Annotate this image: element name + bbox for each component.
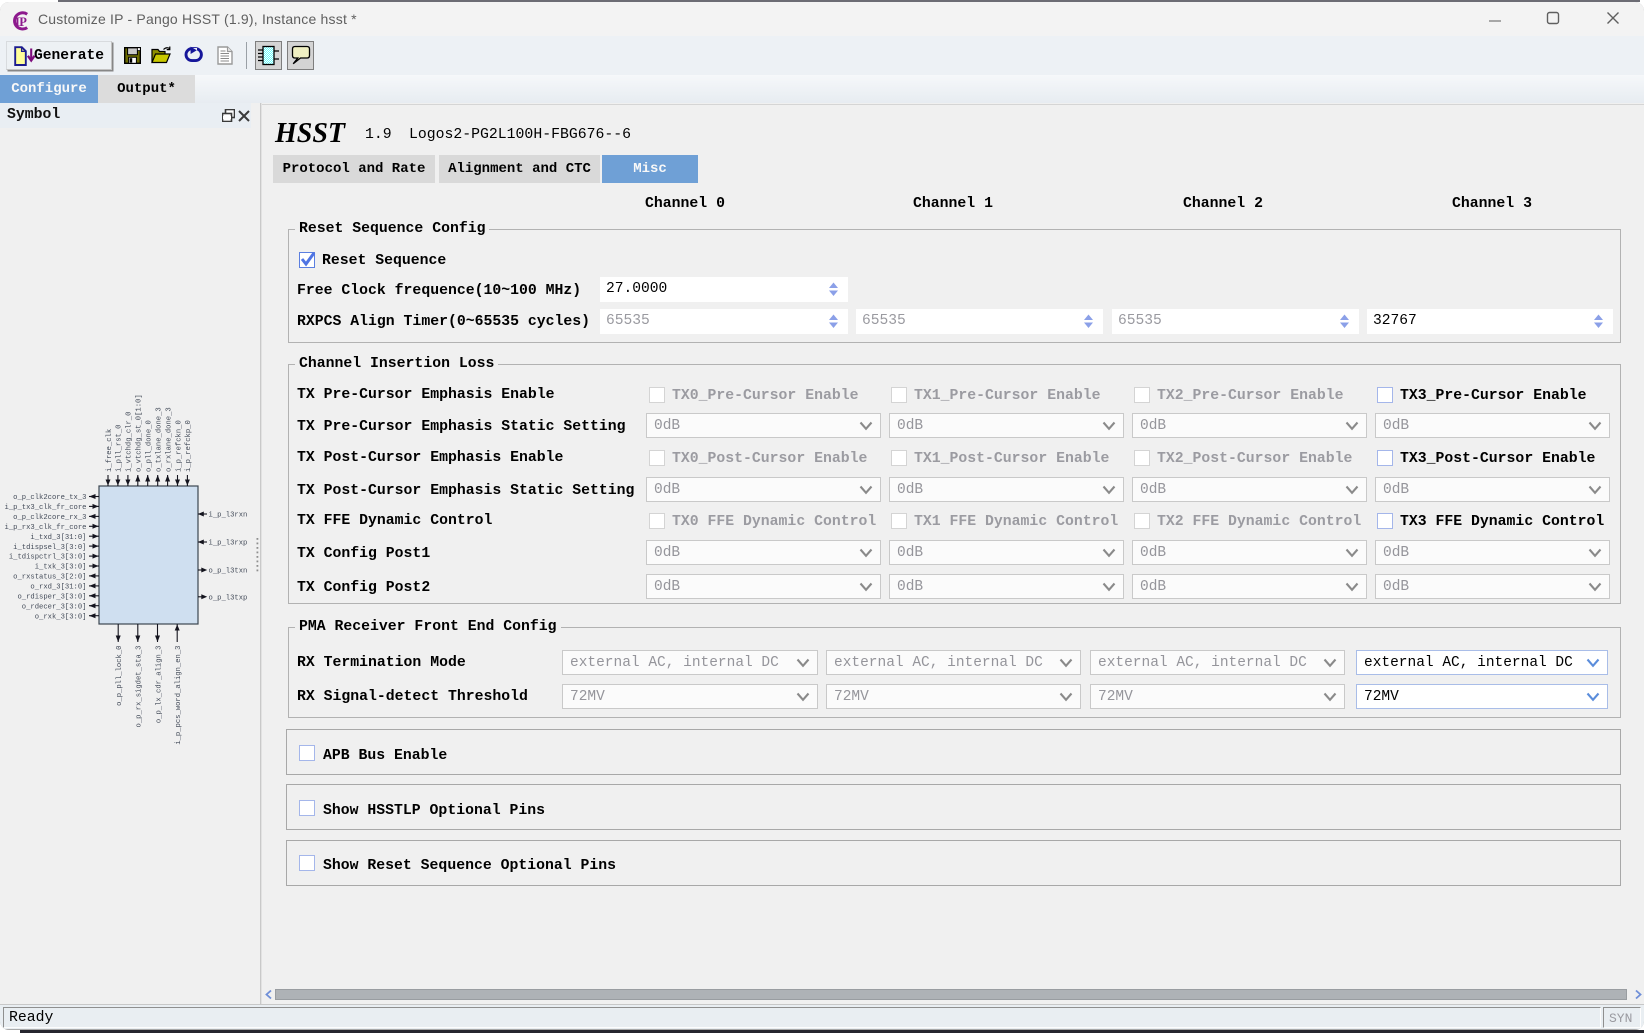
svg-text:i_tdispctrl_3[3:0]: i_tdispctrl_3[3:0] [9,554,87,562]
svg-text:o_vtchdg_st_0[1:0]: o_vtchdg_st_0[1:0] [136,394,144,472]
svg-text:o_rdecer_3[3:0]: o_rdecer_3[3:0] [22,603,87,611]
svg-text:i_pll_rst_0: i_pll_rst_0 [116,425,124,472]
svg-text:o_rxlane_done_3: o_rxlane_done_3 [165,407,173,472]
svg-text:o_p_l3txn: o_p_l3txn [209,568,248,576]
svg-text:o_rxstatus_3[2:0]: o_rxstatus_3[2:0] [13,574,86,582]
svg-text:i_p_tx3_clk_fr_core: i_p_tx3_clk_fr_core [5,504,87,512]
svg-text:o_p_rx_sigdet_sta_3: o_p_rx_sigdet_sta_3 [136,646,144,728]
svg-text:i_p_pcs_word_align_en_3: i_p_pcs_word_align_en_3 [175,646,183,745]
svg-text:i_free_clk: i_free_clk [106,429,114,472]
svg-text:i_p_l3rxp: i_p_l3rxp [209,540,248,548]
svg-text:o_p_lx_cdr_align_3: o_p_lx_cdr_align_3 [155,646,163,724]
svg-text:i_p_rx3_clk_fr_core: i_p_rx3_clk_fr_core [5,524,87,532]
svg-text:o_rxd_3[31:0]: o_rxd_3[31:0] [30,584,86,592]
svg-text:o_txlane_done_3: o_txlane_done_3 [156,407,164,472]
svg-text:o_p_l3txp: o_p_l3txp [209,594,248,602]
svg-text:o_rxk_3[3:0]: o_rxk_3[3:0] [35,613,87,621]
svg-text:o_pll_done_0: o_pll_done_0 [146,420,154,472]
svg-text:i_p_refckn_0: i_p_refckn_0 [175,420,183,472]
svg-text:i_tdispsel_3[3:0]: i_tdispsel_3[3:0] [13,544,86,552]
svg-text:o_rdisper_3[3:0]: o_rdisper_3[3:0] [17,593,86,601]
svg-text:o_p_clk2core_rx_3: o_p_clk2core_rx_3 [13,514,86,522]
svg-text:i_p_l3rxn: i_p_l3rxn [209,512,248,520]
svg-text:i_p_refckp_0: i_p_refckp_0 [185,420,193,472]
svg-text:P: P [19,15,27,29]
svg-text:i_txd_3[31:0]: i_txd_3[31:0] [30,534,86,542]
svg-text:i_vtchdg_clr_0: i_vtchdg_clr_0 [126,412,134,472]
svg-text:o_p_pll_lock_0: o_p_pll_lock_0 [116,646,124,706]
svg-text:o_p_clk2core_tx_3: o_p_clk2core_tx_3 [13,494,86,502]
svg-text:i_txk_3[3:0]: i_txk_3[3:0] [35,564,87,572]
